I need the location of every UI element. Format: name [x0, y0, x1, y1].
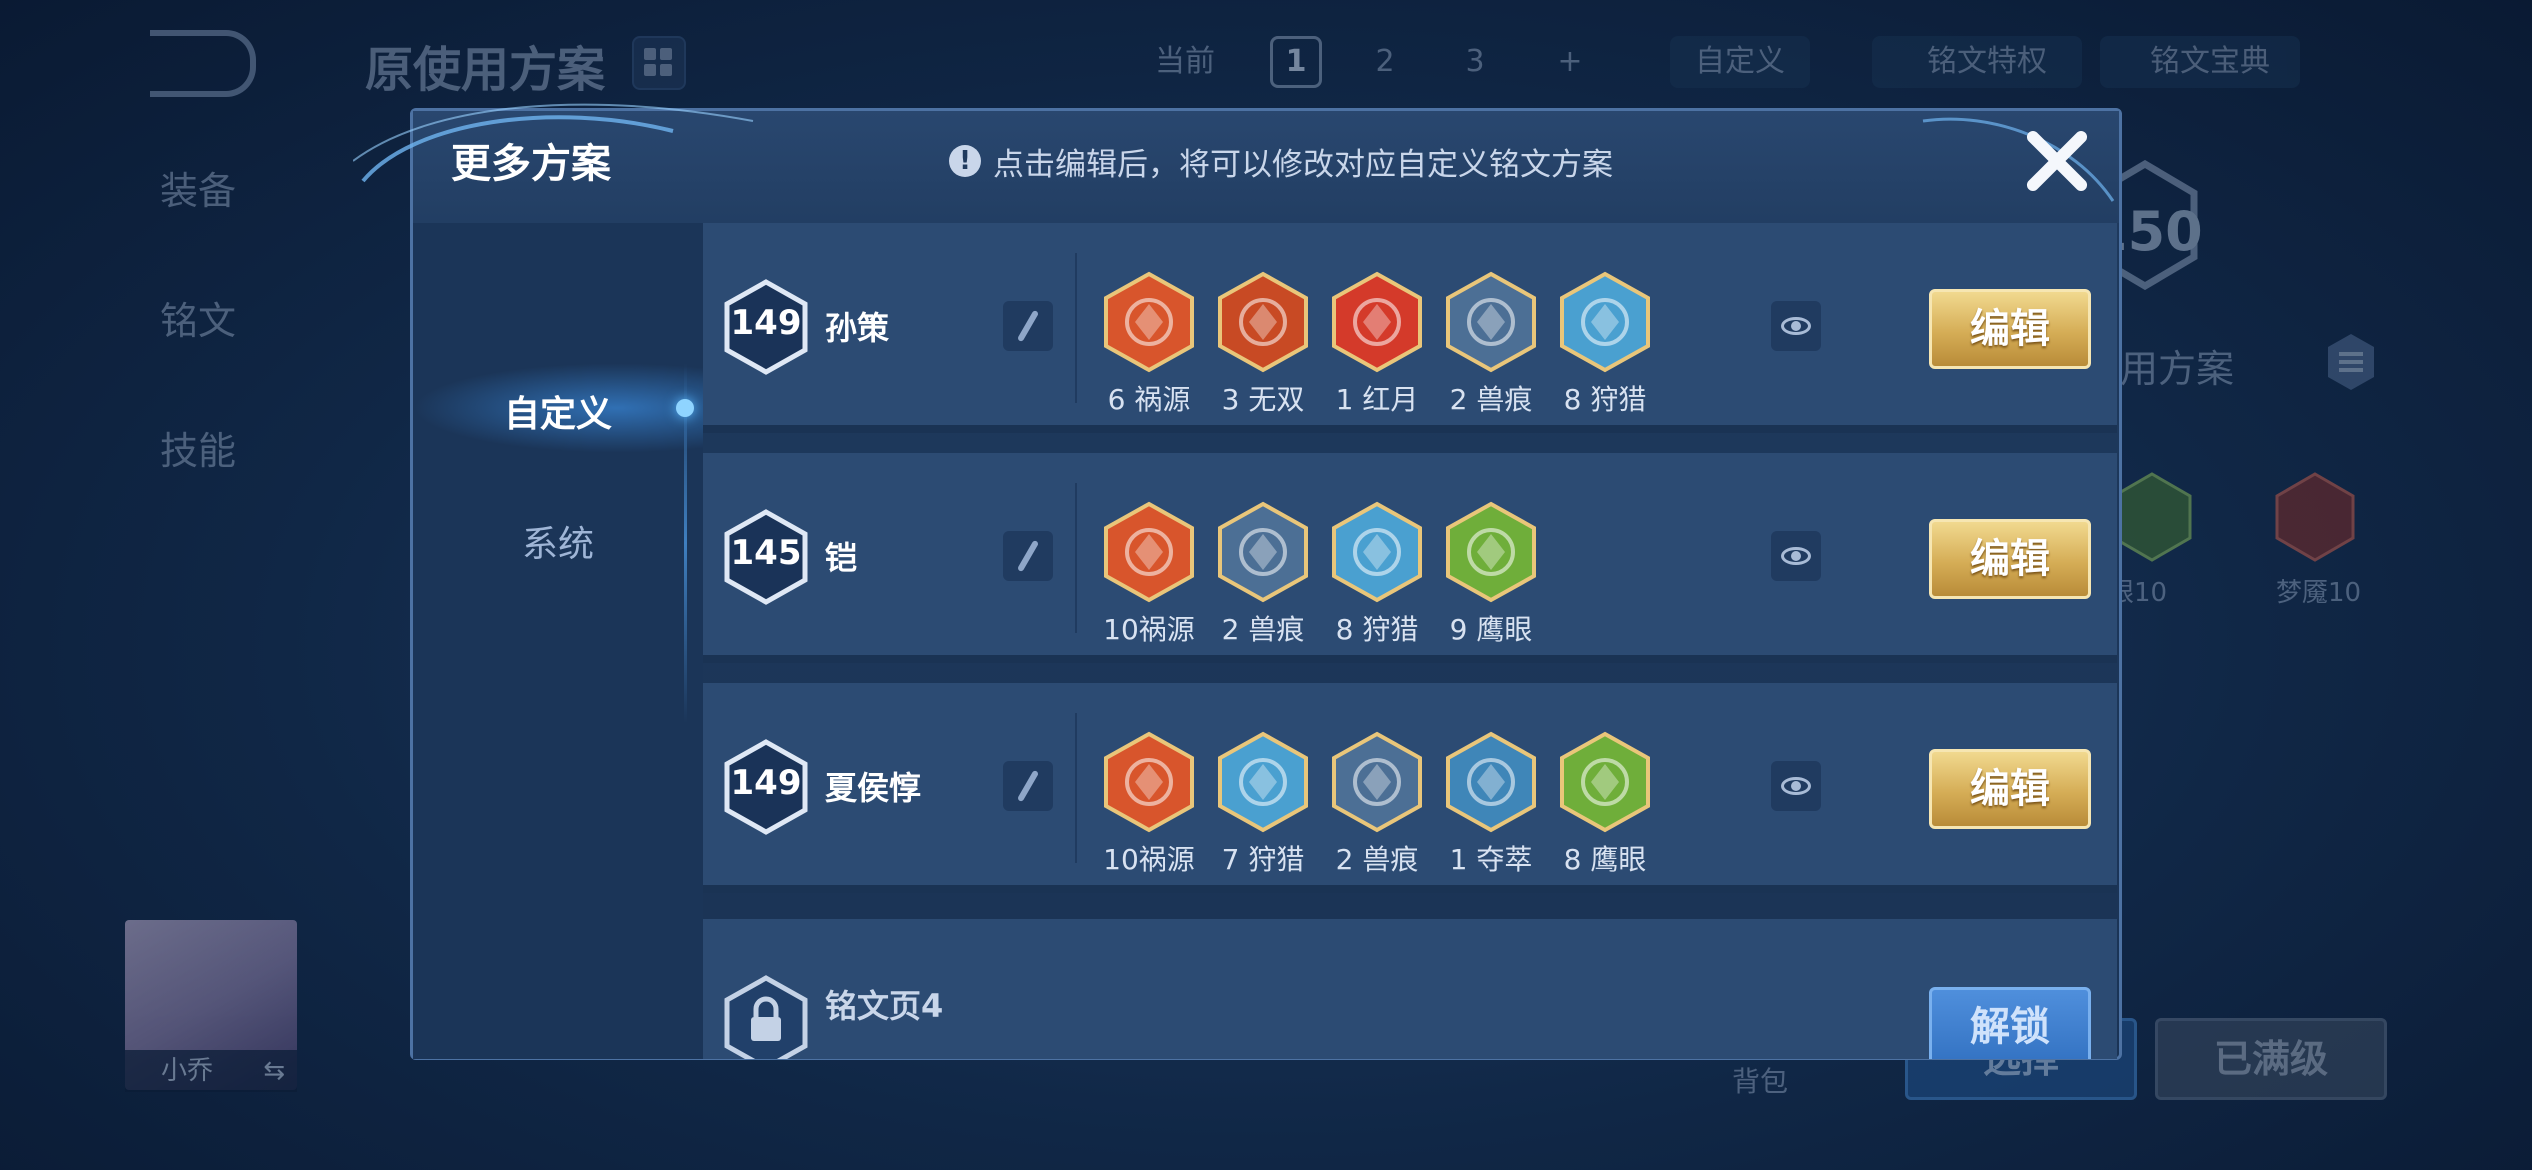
edit-button[interactable]: 编辑	[1929, 749, 2091, 829]
page-tab-2[interactable]: 2	[1360, 36, 1410, 88]
rune-icon[interactable]	[1559, 271, 1651, 373]
rune-icon[interactable]	[1217, 501, 1309, 603]
rune-count-label: 10祸源	[1103, 843, 1195, 876]
plan-row: 149 孙策 6 祸源 3 无双 1 红月 2 兽痕 8 狩猎 编辑	[703, 223, 2117, 433]
close-icon[interactable]	[2021, 125, 2093, 197]
rune-icon[interactable]	[1331, 731, 1423, 833]
page-tab-1[interactable]: 1	[1270, 36, 1322, 88]
codex-button[interactable]: 铭文宝典	[2100, 36, 2300, 88]
grid-icon[interactable]	[632, 36, 686, 90]
rune-icon[interactable]	[1217, 731, 1309, 833]
plan-name: 孙策	[825, 309, 890, 347]
divider	[1075, 483, 1077, 633]
rune-icon[interactable]	[1331, 501, 1423, 603]
rune-count-label: 2 兽痕	[1449, 383, 1533, 416]
codex-label: 铭文宝典	[2150, 44, 2270, 79]
edit-button[interactable]: 编辑	[1929, 289, 2091, 369]
rune-icon[interactable]	[1217, 271, 1309, 373]
divider	[1075, 253, 1077, 403]
notice-text: 点击编辑后，将可以修改对应自定义铭文方案	[993, 147, 1613, 183]
sidebar-item-runes[interactable]: 铭文	[160, 290, 236, 345]
info-icon: !	[949, 145, 981, 177]
rune-count-label: 6 祸源	[1107, 383, 1191, 416]
hero-name-label: 小乔	[161, 1056, 214, 1086]
rune-icon[interactable]	[1445, 271, 1537, 373]
rename-pen-icon[interactable]	[1003, 301, 1053, 351]
rune-icon[interactable]	[1103, 271, 1195, 373]
rename-pen-icon[interactable]	[1003, 761, 1053, 811]
page-title: 原使用方案	[365, 42, 606, 98]
backpack-label[interactable]: 背包	[1732, 1060, 1788, 1100]
current-label: 当前	[1155, 44, 1215, 79]
rename-pen-icon[interactable]	[1003, 531, 1053, 581]
rune-count-label: 8 狩猎	[1335, 613, 1419, 646]
plan-level: 145	[730, 533, 802, 573]
sidebar-item-equipment[interactable]: 装备	[160, 160, 236, 215]
add-page-button[interactable]: +	[1545, 36, 1595, 88]
rune-icon	[2275, 472, 2355, 562]
swap-icon[interactable]: ⇆	[263, 1050, 285, 1092]
rune-icon[interactable]	[1559, 731, 1651, 833]
rune-count-label: 10祸源	[1103, 613, 1195, 646]
rune-count-label: 9 鹰眼	[1449, 613, 1533, 646]
unlock-button[interactable]: 解锁	[1929, 987, 2091, 1059]
rune-icon	[2112, 472, 2192, 562]
locked-plan-name: 铭文页4	[825, 987, 944, 1025]
lock-icon	[724, 975, 808, 1059]
preview-eye-icon[interactable]	[1771, 761, 1821, 811]
tab-column: 自定义 系统	[413, 223, 703, 1059]
rune-count-label: 8 鹰眼	[1563, 843, 1647, 876]
plan-row: 145 铠 10祸源 2 兽痕 8 狩猎 9 鹰眼 编辑	[703, 453, 2117, 663]
rune-icon[interactable]	[1445, 501, 1537, 603]
locked-plan-row: 铭文页4 解锁	[703, 919, 2117, 1059]
rune-icon[interactable]	[1331, 271, 1423, 373]
edit-button[interactable]: 编辑	[1929, 519, 2091, 599]
divider	[1075, 713, 1077, 863]
more-plans-modal: 更多方案 ! 点击编辑后，将可以修改对应自定义铭文方案 自定义 系统 149 孙策…	[353, 103, 2122, 1060]
preview-eye-icon[interactable]	[1771, 301, 1821, 351]
rune-count-label: 7 狩猎	[1221, 843, 1305, 876]
plan-level: 149	[730, 763, 802, 803]
rune-count-label: 3 无双	[1221, 383, 1305, 416]
plan-name: 铠	[825, 539, 858, 577]
rune-icon[interactable]	[1103, 501, 1195, 603]
tab-custom[interactable]: 自定义	[413, 385, 703, 437]
sidebar-item-skills[interactable]: 技能	[160, 420, 236, 475]
rune-icon[interactable]	[1445, 731, 1537, 833]
rune-count-label: 2 兽痕	[1221, 613, 1305, 646]
list-icon[interactable]	[2326, 332, 2376, 392]
hero-name: 小乔 ⇆	[125, 1050, 297, 1092]
rune-count-label: 1 夺萃	[1449, 843, 1533, 876]
maxed-button: 已满级	[2155, 1018, 2387, 1100]
rune-count-label: 1 红月	[1335, 383, 1419, 416]
privilege-label: 铭文特权	[1927, 44, 2047, 79]
rune-label: 梦魇10	[2276, 578, 2362, 608]
plan-label: 用方案	[2120, 347, 2235, 391]
rune-count-label: 8 狩猎	[1563, 383, 1647, 416]
plan-name: 夏侯惇	[825, 769, 922, 807]
modal-title: 更多方案	[451, 141, 611, 187]
preview-eye-icon[interactable]	[1771, 531, 1821, 581]
rune-icon[interactable]	[1103, 731, 1195, 833]
plan-level: 149	[730, 303, 802, 343]
privilege-button[interactable]: 铭文特权	[1872, 36, 2082, 88]
plan-row: 149 夏侯惇 10祸源 7 狩猎 2 兽痕 1 夺萃 8 鹰眼 编辑	[703, 683, 2117, 893]
back-arrow-icon[interactable]	[150, 30, 256, 97]
custom-button[interactable]: 自定义	[1670, 36, 1810, 88]
rune-count-label: 2 兽痕	[1335, 843, 1419, 876]
page-tab-3[interactable]: 3	[1450, 36, 1500, 88]
tab-system[interactable]: 系统	[413, 515, 703, 567]
